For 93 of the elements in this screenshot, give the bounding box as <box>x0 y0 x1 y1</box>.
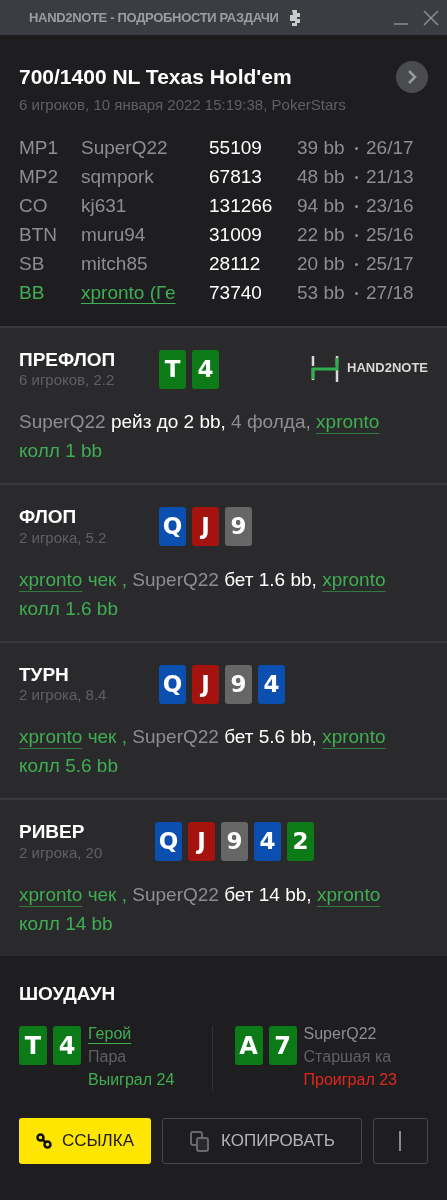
separator-dot-icon <box>355 291 358 295</box>
stack-cell-text: 73740 <box>209 280 263 305</box>
hand-result: Выиграл 24 <box>88 1070 175 1090</box>
hand-title: 700/1400 NL Texas Hold'em <box>19 64 292 91</box>
street-info: 2 игрока, 8.4 <box>19 686 108 705</box>
player-name[interactable]: xpronto (Ге <box>81 278 209 308</box>
street-title: ФЛОП <box>19 505 78 529</box>
playing-card: 9 <box>225 507 252 546</box>
position-cell-text: BB <box>19 280 46 305</box>
logo-text: HAND2NOTE <box>347 358 428 377</box>
action-text: xpronto чек , SuperQ22 бет 1.6 bb, xpronto колл 1.6 bb <box>19 567 387 621</box>
playing-card: T <box>19 1026 47 1065</box>
showdown-title: ШОУДАУН <box>19 981 117 1006</box>
playing-card: 4 <box>53 1026 81 1065</box>
position-cell-text: CO <box>19 193 49 218</box>
hand-combination: Старшая ка <box>303 1047 393 1067</box>
playing-card: 4 <box>254 822 281 861</box>
position-cell-text: MP1 <box>19 135 60 160</box>
player-link[interactable]: xpronto <box>19 726 83 747</box>
stats-cell-text: 25/16 <box>366 222 414 247</box>
player-name[interactable]: Герой <box>88 1022 132 1045</box>
action-text: xpronto чек , SuperQ22 бет 5.6 bb, xpronto колл 5.6 bb <box>19 725 387 778</box>
separator-dot-icon <box>355 233 358 237</box>
playing-card: 2 <box>287 822 314 861</box>
player-link[interactable]: xpronto <box>19 883 83 905</box>
playing-card: Q <box>159 664 186 704</box>
separator-dot-icon <box>355 204 358 208</box>
playing-card: 9 <box>225 664 252 704</box>
playing-card: 9 <box>221 822 248 861</box>
bb-cell-text: 39 bb <box>297 135 346 160</box>
position-cell-text: BTN <box>19 222 58 247</box>
playing-card: Q <box>159 507 186 546</box>
more-button[interactable] <box>373 1118 428 1164</box>
position-cell-text: MP2 <box>19 164 60 189</box>
player-name: SuperQ22 <box>81 135 169 160</box>
street-title: ПРЕФЛОП <box>19 347 117 372</box>
street-info: 2 игрока, 20 <box>19 843 104 863</box>
street-info: 2 игрока, 5.2 <box>19 528 108 548</box>
close-icon[interactable] <box>423 9 439 26</box>
playing-card: 4 <box>192 349 219 389</box>
bb-cell-text: 53 bb <box>297 280 346 305</box>
hand-combination: Пара <box>88 1047 128 1067</box>
street-title: РИВЕР <box>19 820 86 844</box>
playing-card: Q <box>155 822 182 861</box>
player-link[interactable]: xpronto <box>322 568 386 590</box>
stats-cell-text: 27/18 <box>366 280 414 305</box>
bb-cell-text: 94 bb <box>297 193 346 218</box>
playing-card: J <box>188 822 215 861</box>
street-info: 6 игроков, 2.2 <box>19 371 116 390</box>
stack-cell-text: 28112 <box>209 251 262 276</box>
playing-card: J <box>192 507 219 546</box>
copy-button[interactable]: КОПИРОВАТЬ <box>162 1118 362 1164</box>
action-text: xpronto чек , SuperQ22 бет 14 bb, xpronto колл 14 bb <box>19 882 382 936</box>
playing-card: A <box>234 1026 263 1065</box>
playing-card: T <box>159 349 186 389</box>
stack-cell-text: 55109 <box>209 135 263 160</box>
chain-link-icon <box>36 1133 52 1149</box>
action-text: SuperQ22 рейз до 2 bb, 4 фолда, xpronto колл 1 bb <box>19 410 381 463</box>
copy-icon <box>189 1130 212 1152</box>
stats-cell-text: 25/17 <box>366 251 414 276</box>
playing-card: J <box>192 664 219 704</box>
separator-dot-icon <box>355 262 358 266</box>
stack-cell-text: 31009 <box>209 222 263 247</box>
player-link[interactable]: xpronto <box>316 411 380 432</box>
player-name: mitch85 <box>81 251 149 276</box>
player-name: SuperQ22 <box>303 1024 377 1044</box>
hand-subtitle: 6 игроков, 10 января 2022 15:19:38, PokerStars <box>19 95 347 115</box>
player-name: kj631 <box>81 193 128 218</box>
player-name: muru94 <box>81 222 147 247</box>
stack-cell-text: 131266 <box>209 193 274 218</box>
position-cell-text: SB <box>19 251 46 276</box>
window-title: HAND2NOTE - ПОДРОБНОСТИ РАЗДАЧИ <box>29 8 279 27</box>
playing-card: 4 <box>258 664 285 704</box>
next-icon[interactable] <box>396 61 428 93</box>
player-name: sqmpork <box>81 164 155 189</box>
street-title: ТУРН <box>19 662 70 687</box>
player-link[interactable]: xpronto <box>19 568 83 590</box>
stats-cell-text: 26/17 <box>366 135 414 160</box>
separator-dot-icon <box>355 146 358 150</box>
hand-result: Проиграл 23 <box>303 1070 397 1090</box>
stats-cell-text: 23/16 <box>366 193 414 218</box>
bb-cell-text: 48 bb <box>297 164 346 189</box>
player-link[interactable]: xpronto <box>322 726 386 747</box>
logo-icon <box>311 353 340 382</box>
stats-cell-text: 21/13 <box>366 164 414 189</box>
player-link[interactable]: xpronto <box>316 883 381 905</box>
bar-icon <box>399 1131 402 1151</box>
separator-dot-icon <box>355 175 358 179</box>
bb-cell-text: 20 bb <box>297 251 346 276</box>
link-button[interactable]: ССЫЛКА <box>19 1118 151 1164</box>
playing-card: 7 <box>268 1026 297 1065</box>
stack-cell-text: 67813 <box>209 164 263 189</box>
bb-cell-text: 22 bb <box>297 222 346 247</box>
